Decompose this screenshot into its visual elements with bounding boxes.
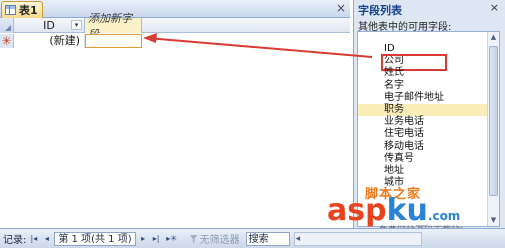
list-item-highlighted[interactable]: 职务 [358,103,488,117]
last-record-icon[interactable]: ▸| [151,232,162,245]
document-tab-bar: 表1 × [0,0,350,18]
new-record-icon[interactable]: ✳ [0,34,14,48]
watermark-brand-suffix: .com [427,209,461,223]
list-item[interactable]: 住宅电话 [358,128,488,140]
list-item[interactable]: 电子邮件地址 [358,92,488,104]
field-list-title: 字段列表 [358,4,402,17]
scroll-up-icon[interactable]: ▲ [488,32,499,43]
column-header-add-field[interactable]: 添加新字段 [85,12,142,41]
column-header-id[interactable]: ID ▾ [14,18,85,33]
grid-header: ID ▾ 添加新字段 [0,12,350,41]
table-row: ✳ (新建) [0,34,350,48]
next-record-icon[interactable]: ▸ [138,232,149,245]
previous-record-icon[interactable]: ◂ [41,232,52,245]
select-all-corner[interactable] [0,18,14,33]
table-tab-label: 表1 [19,4,38,17]
list-item[interactable]: 传真号 [358,153,488,165]
filter-label: 无筛选器 [199,235,240,246]
list-item[interactable]: 地址 [358,165,488,177]
add-field-cell[interactable] [85,34,142,48]
record-navigation-bar: 记录: |◂ ◂ 第 1 项(共 1 项) ▸ ▸| ▸✳ 无筛选器 搜索 [0,228,505,248]
watermark-brand-left: asp [327,193,387,228]
record-position-input[interactable]: 第 1 项(共 1 项) [54,231,136,246]
record-label: 记录: [3,235,27,246]
chevron-down-icon[interactable]: ▾ [71,20,82,30]
close-document-icon[interactable]: × [336,1,346,15]
field-items: ID 公司 姓氏 名字 电子邮件地址 职务 业务电话 住宅电话 移动电话 传真号… [358,43,488,189]
list-item-company[interactable]: 公司 [358,54,488,72]
list-item[interactable]: 姓氏 [358,67,488,79]
new-record-nav-icon[interactable]: ▸✳ [164,232,180,245]
horizontal-scrollbar[interactable] [293,231,422,246]
id-cell-new[interactable]: (新建) [14,34,85,48]
column-header-id-label: ID [43,19,55,32]
scroll-thumb[interactable] [489,46,498,196]
first-record-icon[interactable]: |◂ [28,232,39,245]
search-input[interactable]: 搜索 [245,231,290,246]
watermark-logo: 脚本之家 aspku.com 免费网站源码下载站! [327,183,497,236]
table-icon [5,5,16,15]
table-tab[interactable]: 表1 [1,1,43,18]
list-item[interactable]: 名字 [358,80,488,92]
close-pane-icon[interactable]: × [490,1,499,14]
funnel-icon [189,234,198,243]
list-item[interactable]: 业务电话 [358,116,488,128]
list-item[interactable]: 移动电话 [358,141,488,153]
datasheet-grid: ID ▾ 添加新字段 ✳ (新建) [0,12,350,228]
filter-toggle[interactable]: 无筛选器 [189,231,240,246]
